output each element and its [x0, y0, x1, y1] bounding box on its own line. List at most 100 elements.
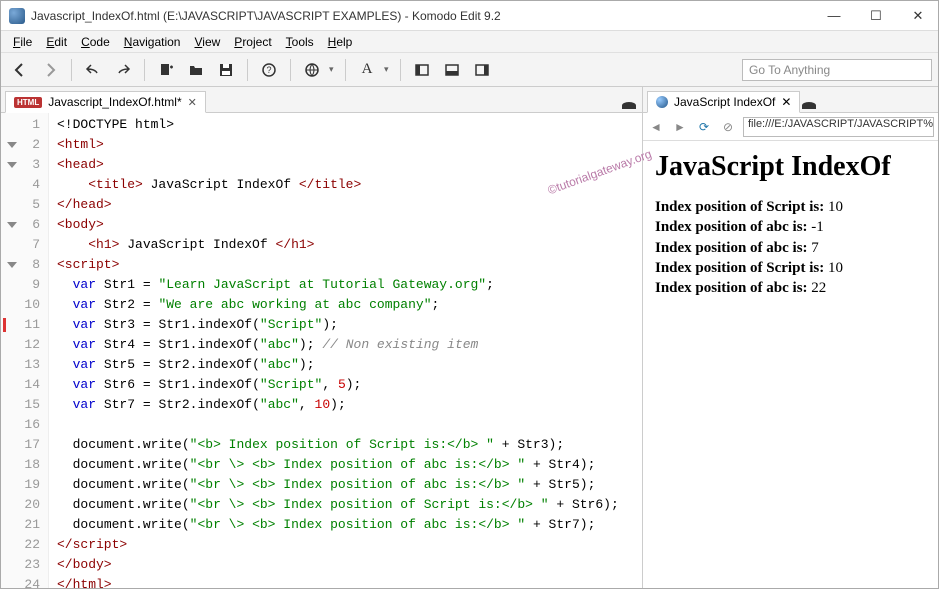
code-line[interactable]: var Str3 = Str1.indexOf("Script");	[57, 315, 642, 335]
code-line[interactable]: var Str2 = "We are abc working at abc co…	[57, 295, 642, 315]
font-button[interactable]: A	[354, 57, 380, 83]
open-file-button[interactable]	[183, 57, 209, 83]
editor-tabstrip: HTML Javascript_IndexOf.html* ✕	[1, 87, 642, 113]
redo-button[interactable]	[110, 57, 136, 83]
tab-menu-icon[interactable]	[800, 98, 818, 112]
browser-pane: JavaScript IndexOf ✕ ◄ ► ⟳ ⊘ file:///E:/…	[642, 87, 938, 588]
browser-content: JavaScript IndexOf Index position of Scr…	[643, 141, 938, 588]
line-number: 4	[1, 175, 48, 195]
page-h1: JavaScript IndexOf	[655, 151, 926, 183]
code-line[interactable]: document.write("<b> Index position of Sc…	[57, 435, 642, 455]
panel-right-button[interactable]	[469, 57, 495, 83]
code-line[interactable]: </body>	[57, 555, 642, 575]
line-number: 12	[1, 335, 48, 355]
forward-button[interactable]	[37, 57, 63, 83]
maximize-button[interactable]: ☐	[864, 4, 888, 28]
file-tab-label: Javascript_IndexOf.html*	[48, 95, 181, 109]
undo-button[interactable]	[80, 57, 106, 83]
globe-icon	[656, 96, 668, 108]
code-line[interactable]: </html>	[57, 575, 642, 588]
menu-project[interactable]: Project	[228, 33, 277, 51]
code-line[interactable]: </head>	[57, 195, 642, 215]
code-line[interactable]: document.write("<br \> <b> Index positio…	[57, 475, 642, 495]
code-editor[interactable]: 123456789101112131415161718192021222324 …	[1, 113, 642, 588]
result-row: Index position of Script is: 10	[655, 258, 926, 278]
url-bar[interactable]: file:///E:/JAVASCRIPT/JAVASCRIPT%	[743, 117, 934, 137]
close-button[interactable]: ✕	[906, 4, 930, 28]
panel-bottom-button[interactable]	[439, 57, 465, 83]
code-line[interactable]: document.write("<br \> <b> Index positio…	[57, 495, 642, 515]
window-title: Javascript_IndexOf.html (E:\JAVASCRIPT\J…	[31, 9, 822, 23]
code-line[interactable]: <body>	[57, 215, 642, 235]
code-line[interactable]: <head>	[57, 155, 642, 175]
menu-bar: File Edit Code Navigation View Project T…	[1, 31, 938, 53]
result-row: Index position of abc is: -1	[655, 217, 926, 237]
line-number: 11	[1, 315, 48, 335]
help-button[interactable]: ?	[256, 57, 282, 83]
line-number: 9	[1, 275, 48, 295]
menu-file[interactable]: File	[7, 33, 38, 51]
file-tab[interactable]: HTML Javascript_IndexOf.html* ✕	[5, 91, 206, 113]
result-row: Index position of abc is: 7	[655, 238, 926, 258]
close-tab-icon[interactable]: ✕	[188, 96, 197, 109]
code-line[interactable]	[57, 415, 642, 435]
nav-back-icon[interactable]: ◄	[647, 118, 665, 136]
window-titlebar: Javascript_IndexOf.html (E:\JAVASCRIPT\J…	[1, 1, 938, 31]
line-number: 7	[1, 235, 48, 255]
dropdown-icon[interactable]: ▾	[384, 64, 392, 75]
line-number: 18	[1, 455, 48, 475]
nav-reload-icon[interactable]: ⟳	[695, 118, 713, 136]
menu-navigation[interactable]: Navigation	[118, 33, 187, 51]
code-line[interactable]: var Str4 = Str1.indexOf("abc"); // Non e…	[57, 335, 642, 355]
browser-nav: ◄ ► ⟳ ⊘ file:///E:/JAVASCRIPT/JAVASCRIPT…	[643, 113, 938, 141]
line-number: 3	[1, 155, 48, 175]
line-number: 2	[1, 135, 48, 155]
line-number: 15	[1, 395, 48, 415]
result-row: Index position of abc is: 22	[655, 278, 926, 298]
close-tab-icon[interactable]: ✕	[781, 95, 791, 109]
back-button[interactable]	[7, 57, 33, 83]
nav-stop-icon[interactable]: ⊘	[719, 118, 737, 136]
save-button[interactable]	[213, 57, 239, 83]
svg-text:?: ?	[266, 65, 271, 75]
panel-left-button[interactable]	[409, 57, 435, 83]
code-line[interactable]: </script>	[57, 535, 642, 555]
minimize-button[interactable]: —	[822, 4, 846, 28]
line-number: 20	[1, 495, 48, 515]
menu-view[interactable]: View	[188, 33, 226, 51]
browser-tabstrip: JavaScript IndexOf ✕	[643, 87, 938, 113]
code-line[interactable]: <title> JavaScript IndexOf </title>	[57, 175, 642, 195]
menu-edit[interactable]: Edit	[40, 33, 73, 51]
line-number: 24	[1, 575, 48, 588]
code-line[interactable]: var Str7 = Str2.indexOf("abc", 10);	[57, 395, 642, 415]
line-number: 8	[1, 255, 48, 275]
code-line[interactable]: var Str1 = "Learn JavaScript at Tutorial…	[57, 275, 642, 295]
line-number: 6	[1, 215, 48, 235]
toolbar: ? ▾ A ▾ Go To Anything	[1, 53, 938, 87]
line-number: 22	[1, 535, 48, 555]
menu-tools[interactable]: Tools	[280, 33, 320, 51]
menu-help[interactable]: Help	[322, 33, 359, 51]
new-file-button[interactable]	[153, 57, 179, 83]
browser-preview-button[interactable]	[299, 57, 325, 83]
code-line[interactable]: var Str6 = Str1.indexOf("Script", 5);	[57, 375, 642, 395]
tab-menu-icon[interactable]	[620, 98, 638, 112]
nav-forward-icon[interactable]: ►	[671, 118, 689, 136]
line-number: 19	[1, 475, 48, 495]
line-number: 16	[1, 415, 48, 435]
goto-anything-input[interactable]: Go To Anything	[742, 59, 932, 81]
code-line[interactable]: <!DOCTYPE html>	[57, 115, 642, 135]
browser-tab[interactable]: JavaScript IndexOf ✕	[647, 91, 800, 113]
line-number: 23	[1, 555, 48, 575]
html-file-icon: HTML	[14, 97, 42, 108]
code-line[interactable]: var Str5 = Str2.indexOf("abc");	[57, 355, 642, 375]
code-line[interactable]: <h1> JavaScript IndexOf </h1>	[57, 235, 642, 255]
code-line[interactable]: document.write("<br \> <b> Index positio…	[57, 455, 642, 475]
line-gutter: 123456789101112131415161718192021222324	[1, 113, 49, 588]
code-line[interactable]: <html>	[57, 135, 642, 155]
code-line[interactable]: document.write("<br \> <b> Index positio…	[57, 515, 642, 535]
dropdown-icon[interactable]: ▾	[329, 64, 337, 75]
code-line[interactable]: <script>	[57, 255, 642, 275]
menu-code[interactable]: Code	[75, 33, 116, 51]
code-area[interactable]: <!DOCTYPE html><html><head> <title> Java…	[49, 113, 642, 588]
